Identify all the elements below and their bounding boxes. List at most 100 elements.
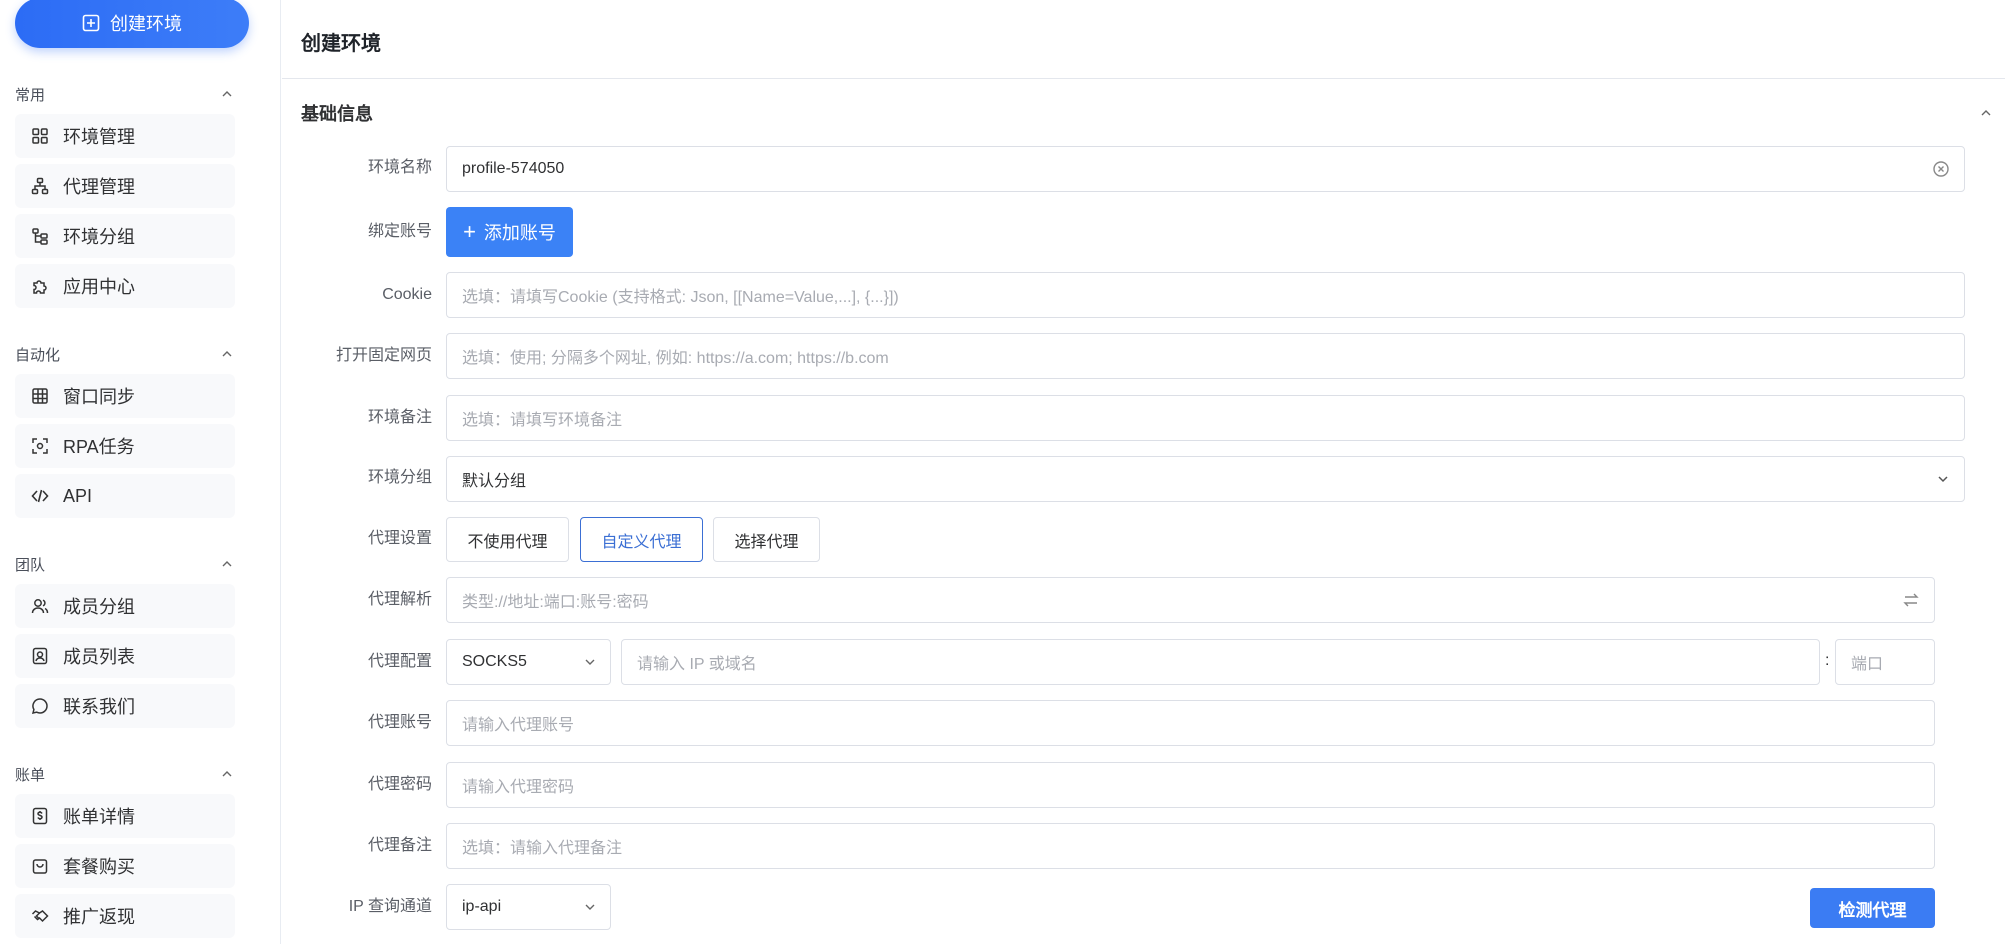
sidebar-item-plan-purchase[interactable]: 套餐购买 [15,844,235,888]
proxy-remark-label: 代理备注 [367,837,432,854]
chevron-up-icon[interactable] [1979,106,1993,120]
sidebar-item-api[interactable]: API [15,474,235,518]
proxy-type-select[interactable]: SOCKS5 [446,639,611,685]
create-environment-label: 创建环境 [110,14,182,34]
sidebar-item-label: 环境分组 [63,227,135,247]
env-group-value: 默认分组 [462,473,527,490]
sidebar-item-contact-us[interactable]: 联系我们 [15,684,235,728]
cookie-placeholder: 选填：请填写Cookie (支持格式: Json, [[Name=Value,.… [462,289,899,306]
sidebar-item-label: API [63,485,93,506]
section-title: 账单 [15,766,46,784]
sidebar-section-team[interactable]: 团队 [15,554,235,574]
env-remark-placeholder: 选填：请填写环境备注 [462,412,623,429]
proxy-password-placeholder: 请输入代理密码 [462,779,575,796]
page-title: 创建环境 [301,33,381,55]
chevron-up-icon [222,351,232,357]
bind-account-label: 绑定账号 [367,223,432,240]
env-remark-input[interactable]: 选填：请填写环境备注 [446,395,1965,441]
sidebar-item-env-group[interactable]: 环境分组 [15,214,235,258]
sidebar-section-common[interactable]: 常用 [15,84,235,104]
sidebar-item-bill-details[interactable]: 账单详情 [15,794,235,838]
main-content: 创建环境 基础信息 环境名称 profile-574050 绑定账号 + 添加账… [282,0,2005,944]
sidebar-item-referral-cashback[interactable]: 推广返现 [15,894,235,938]
fixed-page-placeholder: 选填：使用; 分隔多个网址, 例如: https://a.com; https:… [462,350,889,367]
scan-icon [30,436,50,456]
plus-icon: + [463,219,476,244]
sidebar-section-billing[interactable]: 账单 [15,764,235,784]
ip-channel-select[interactable]: ip-api [446,884,611,930]
sidebar-item-label: 应用中心 [63,277,135,297]
tree-icon [30,226,50,246]
proxy-remark-input[interactable]: 选填：请输入代理备注 [446,823,1935,869]
fixed-page-label: 打开固定网页 [335,347,432,364]
proxy-host-placeholder: 请输入 IP 或域名 [637,656,757,673]
proxy-parse-label: 代理解析 [367,591,432,608]
proxy-password-input[interactable]: 请输入代理密码 [446,762,1935,808]
sidebar-item-label: 窗口同步 [63,387,135,407]
swap-icon[interactable] [1902,591,1920,609]
sidebar-item-label: 账单详情 [63,807,135,827]
table-icon [30,386,50,406]
proxy-parse-input[interactable]: 类型://地址:端口:账号:密码 [446,577,1935,623]
proxy-account-label: 代理账号 [367,714,432,731]
user-badge-icon [30,646,50,666]
proxy-setting-label: 代理设置 [367,530,432,547]
puzzle-icon [30,276,50,296]
env-group-select[interactable]: 默认分组 [446,456,1965,502]
chevron-up-icon [222,91,232,97]
grid-icon [30,126,50,146]
env-name-value: profile-574050 [462,160,565,177]
proxy-account-placeholder: 请输入代理账号 [462,717,575,734]
shopping-bag-icon [30,856,50,876]
header-divider [282,78,2005,79]
chevron-down-icon [585,659,595,665]
sidebar-item-window-sync[interactable]: 窗口同步 [15,374,235,418]
cookie-label: Cookie [382,286,432,303]
proxy-port-placeholder: 端口 [1851,656,1884,673]
env-remark-label: 环境备注 [367,409,432,426]
sidebar-item-label: 联系我们 [63,697,135,717]
sidebar-item-env-management[interactable]: 环境管理 [15,114,235,158]
section-title-basic-info: 基础信息 [301,104,373,124]
sidebar-section-automation[interactable]: 自动化 [15,344,235,364]
clear-icon[interactable] [1932,160,1950,178]
code-icon [30,486,50,506]
proxy-option-custom[interactable]: 自定义代理 [580,517,703,562]
dollar-receipt-icon [30,806,50,826]
sidebar-item-proxy-management[interactable]: 代理管理 [15,164,235,208]
sidebar-item-member-list[interactable]: 成员列表 [15,634,235,678]
sidebar-item-label: 代理管理 [63,177,135,197]
proxy-option-none[interactable]: 不使用代理 [446,517,569,562]
add-account-label: 添加账号 [483,223,556,243]
chevron-down-icon [585,904,595,910]
detect-proxy-button[interactable]: 检测代理 [1810,888,1935,928]
sidebar-item-rpa-task[interactable]: RPA任务 [15,424,235,468]
sidebar-item-label: 成员列表 [63,647,135,667]
cookie-input[interactable]: 选填：请填写Cookie (支持格式: Json, [[Name=Value,.… [446,272,1965,318]
fixed-page-input[interactable]: 选填：使用; 分隔多个网址, 例如: https://a.com; https:… [446,333,1965,379]
chat-bubble-icon [30,696,50,716]
chevron-down-icon [1938,476,1948,483]
ip-channel-value: ip-api [462,898,502,915]
sidebar-item-label: RPA任务 [63,437,135,457]
chevron-up-icon [222,771,232,777]
create-environment-button[interactable]: 创建环境 [15,0,249,48]
ip-channel-label: IP 查询通道 [348,898,432,915]
proxy-option-select[interactable]: 选择代理 [713,517,820,562]
proxy-port-input[interactable]: 端口 [1835,639,1935,685]
users-icon [30,596,50,616]
sidebar-item-app-center[interactable]: 应用中心 [15,264,235,308]
proxy-host-input[interactable]: 请输入 IP 或域名 [621,639,1820,685]
host-port-separator: : [1825,652,1830,669]
proxy-parse-placeholder: 类型://地址:端口:账号:密码 [462,594,649,611]
chevron-up-icon [222,561,232,567]
plus-square-icon [82,14,100,32]
section-title: 常用 [15,86,46,104]
sidebar: 创建环境 常用 环境管理 代理管理 环境分组 应用中心 自动化 窗口同步 RPA… [0,0,281,944]
sidebar-item-member-group[interactable]: 成员分组 [15,584,235,628]
add-account-button[interactable]: + 添加账号 [446,207,573,257]
env-name-input[interactable]: profile-574050 [446,146,1965,192]
handshake-icon [30,906,50,926]
proxy-account-input[interactable]: 请输入代理账号 [446,700,1935,746]
env-group-label: 环境分组 [367,469,432,486]
